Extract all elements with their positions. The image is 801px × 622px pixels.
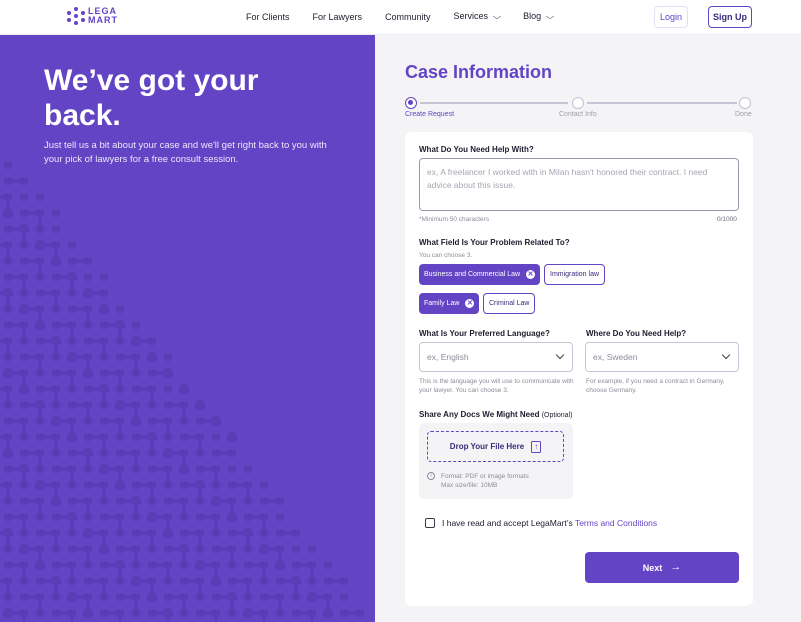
- step-connector: [420, 102, 568, 104]
- chevron-down-icon: ⌵: [492, 12, 502, 21]
- step-dot-done: [739, 97, 751, 109]
- step-label-create-request: Create Request: [405, 111, 455, 118]
- language-select[interactable]: ex, English: [419, 342, 573, 372]
- help-label: What Do You Need Help With?: [419, 145, 534, 154]
- upload-area: Drop Your File Here ↑ i Format: PDF or i…: [419, 423, 573, 499]
- legamart-logo[interactable]: LEGA MART: [67, 7, 118, 25]
- chevron-down-icon: ⌵: [545, 12, 555, 21]
- help-description-textarea[interactable]: ex, A freelancer I worked with in Milan …: [419, 158, 739, 211]
- progress-stepper: Create Request Contact Info Done: [405, 97, 753, 121]
- chevron-down-icon: [721, 350, 731, 360]
- field-hint: You can choose 3.: [419, 252, 473, 259]
- remove-chip-icon[interactable]: ✕: [526, 270, 536, 279]
- file-upload-icon: ↑: [531, 440, 542, 453]
- chevron-down-icon: [555, 350, 565, 360]
- chip-business-law[interactable]: Business and Commercial Law ✕: [419, 264, 541, 285]
- chip-family-law[interactable]: Family Law ✕: [419, 293, 480, 314]
- nav-link-community[interactable]: Community: [385, 12, 431, 22]
- terms-link[interactable]: Terms and Conditions: [575, 518, 657, 528]
- case-form-card: What Do You Need Help With? ex, A freela…: [405, 132, 753, 606]
- login-button[interactable]: Login: [654, 6, 688, 28]
- language-label: What Is Your Preferred Language?: [419, 329, 550, 338]
- terms-text: I have read and accept LegaMart’s Terms …: [442, 518, 658, 528]
- arrow-right-icon: →: [670, 561, 682, 573]
- top-nav: LEGA MART For Clients For Lawyers Commun…: [0, 0, 801, 35]
- page-title: Case Information: [405, 62, 553, 82]
- terms-checkbox[interactable]: [425, 518, 435, 528]
- field-label: What Field Is Your Problem Related To?: [419, 238, 570, 247]
- nav-link-for-lawyers[interactable]: For Lawyers: [313, 12, 363, 22]
- location-hint: For example, if you need a contract in G…: [586, 378, 725, 394]
- min-characters-hint: *Minimum 50 characters: [419, 216, 490, 223]
- format-hint: Format: PDF or image formats: [441, 473, 529, 480]
- file-dropzone[interactable]: Drop Your File Here ↑: [427, 431, 564, 462]
- step-dot-contact-info: [572, 97, 584, 109]
- hero-subtitle: Just tell us a bit about your case and w…: [44, 140, 327, 165]
- nav-link-services[interactable]: Services ⌵: [454, 11, 502, 22]
- hero-title: We’ve got your back.: [44, 64, 259, 132]
- logo-text: LEGA MART: [88, 6, 118, 25]
- location-label: Where Do You Need Help?: [586, 329, 687, 338]
- nav-link-for-clients[interactable]: For Clients: [246, 12, 290, 22]
- docs-label: Share Any Docs We Might Need (Optional): [419, 410, 573, 419]
- size-hint: Max size/file: 10MB: [441, 482, 498, 489]
- character-counter: 0/1000: [717, 216, 737, 223]
- step-label-contact-info: Contact Info: [559, 111, 597, 118]
- nav-link-blog[interactable]: Blog ⌵: [523, 11, 555, 22]
- signup-button[interactable]: Sign Up: [708, 6, 752, 28]
- step-dot-create-request: [405, 97, 417, 109]
- info-icon: i: [427, 472, 435, 480]
- hero-panel: We’ve got your back. Just tell us a bit …: [0, 35, 375, 622]
- remove-chip-icon[interactable]: ✕: [465, 299, 475, 308]
- chip-criminal-law[interactable]: Criminal Law: [483, 293, 536, 314]
- chip-immigration-law[interactable]: Immigration law: [544, 264, 606, 285]
- case-form-panel: Case Information Create Request Contact …: [375, 35, 801, 622]
- logo-mark-icon: [67, 7, 85, 25]
- nav-links: For Clients For Lawyers Community Servic…: [246, 11, 576, 22]
- next-button[interactable]: Next →: [585, 552, 739, 583]
- location-select[interactable]: ex, Sweden: [585, 342, 739, 372]
- step-label-done: Done: [735, 111, 752, 118]
- step-connector: [587, 102, 737, 104]
- language-hint: This is the language you will use to com…: [419, 378, 574, 394]
